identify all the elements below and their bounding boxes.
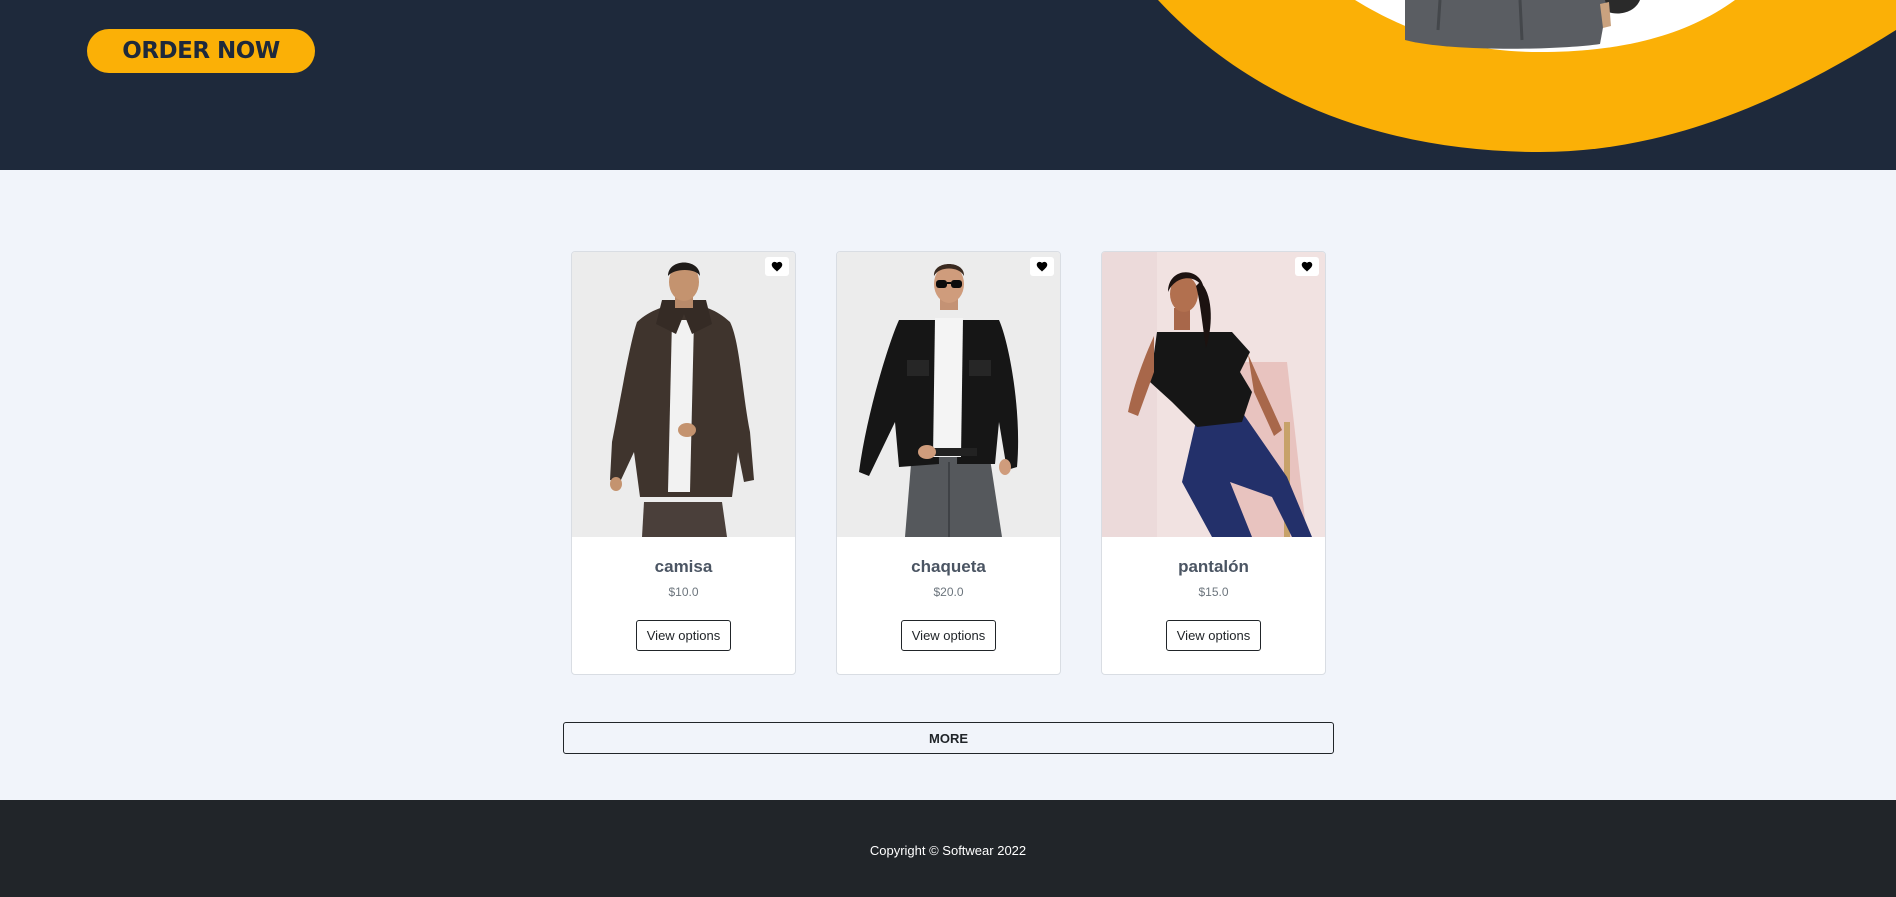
view-options-button[interactable]: View options — [1165, 620, 1262, 651]
order-now-button[interactable]: ORDER NOW — [87, 29, 315, 73]
hero-model-image — [1158, 0, 1896, 152]
heart-icon — [771, 261, 783, 272]
product-price: $15.0 — [1198, 585, 1229, 599]
product-name: pantalón — [1178, 557, 1249, 576]
footer: Copyright © Softwear 2022 — [0, 800, 1896, 897]
product-card: camisa $10.0 View options — [571, 251, 796, 675]
product-name: chaqueta — [911, 557, 986, 576]
product-price: $20.0 — [933, 585, 964, 599]
product-card-body: camisa $10.0 View options — [572, 537, 795, 674]
favorite-button[interactable] — [765, 257, 789, 276]
heart-icon — [1301, 261, 1313, 272]
product-card: pantalón $15.0 View options — [1101, 251, 1326, 675]
copyright-text: Copyright © Softwear 2022 — [869, 843, 1027, 858]
product-image[interactable] — [1102, 252, 1325, 537]
products-section: camisa $10.0 View options chaqueta $20.0… — [0, 170, 1896, 800]
favorite-button[interactable] — [1295, 257, 1319, 276]
view-options-button[interactable]: View options — [635, 620, 732, 651]
product-photo-pantalon — [1102, 252, 1325, 537]
heart-icon — [1036, 261, 1048, 272]
product-card: chaqueta $20.0 View options — [836, 251, 1061, 675]
view-options-button[interactable]: View options — [900, 620, 997, 651]
product-photo-chaqueta — [837, 252, 1060, 537]
product-name: camisa — [654, 557, 713, 576]
product-card-body: chaqueta $20.0 View options — [837, 537, 1060, 674]
product-price: $10.0 — [668, 585, 699, 599]
product-photo-camisa — [572, 252, 795, 537]
more-button[interactable]: MORE — [563, 722, 1334, 754]
product-card-body: pantalón $15.0 View options — [1102, 537, 1325, 674]
hero-banner: ORDER NOW — [0, 0, 1896, 170]
product-image[interactable] — [572, 252, 795, 537]
favorite-button[interactable] — [1030, 257, 1054, 276]
product-image[interactable] — [837, 252, 1060, 537]
